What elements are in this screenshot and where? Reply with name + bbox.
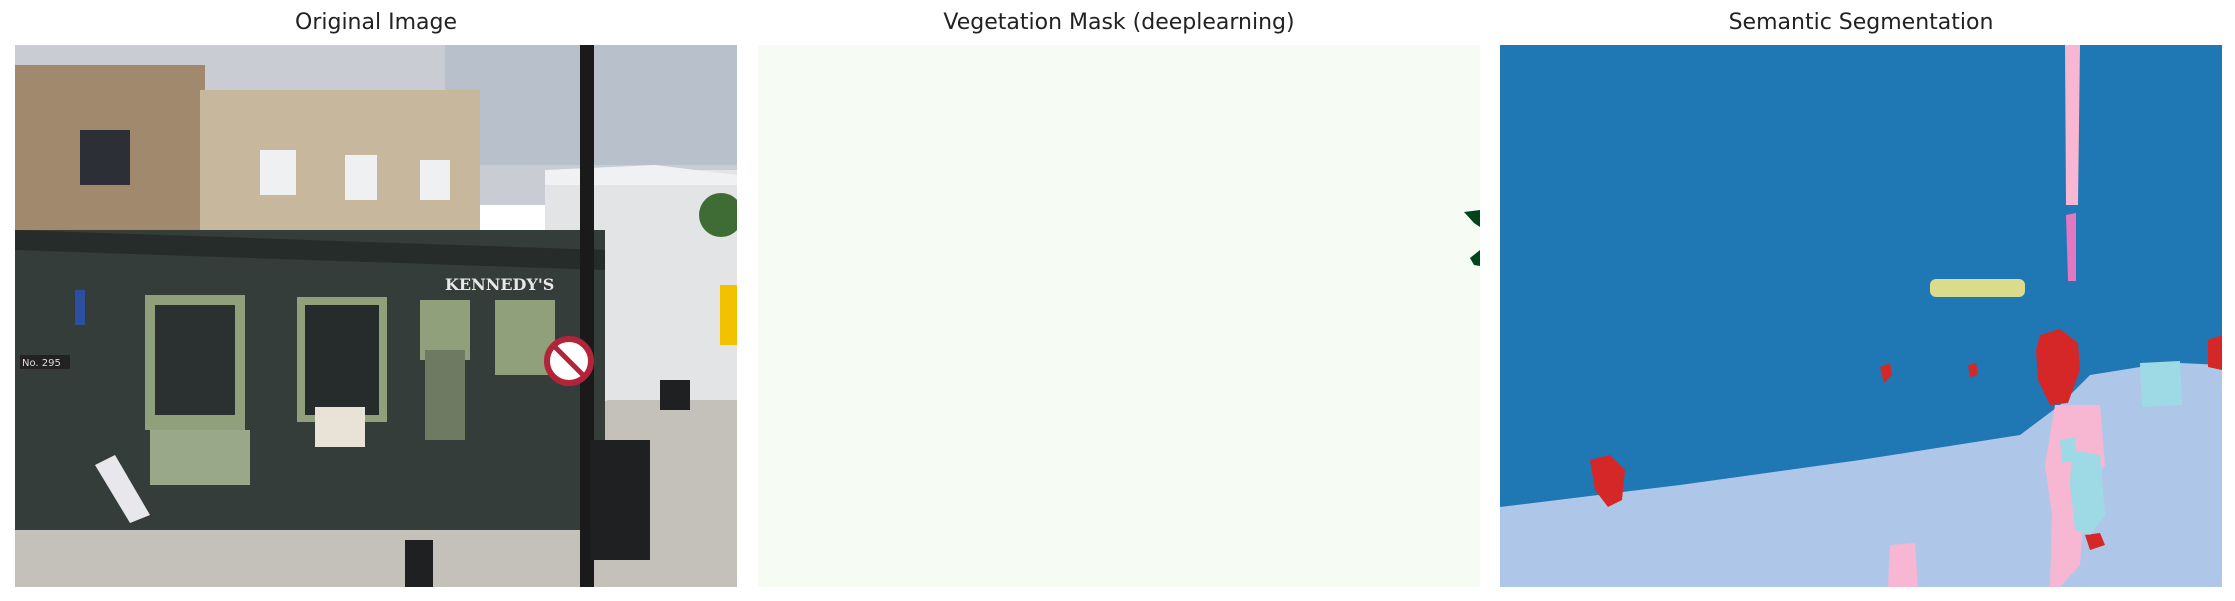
red-region [2208, 335, 2222, 370]
pole-region [2065, 45, 2080, 205]
cyan-region [2140, 361, 2182, 407]
cyan-region [2060, 437, 2076, 463]
semantic-segmentation-title: Semantic Segmentation [1728, 10, 1994, 35]
shop-sign: KENNEDY'S [445, 275, 554, 294]
ground-object-region [1888, 543, 1918, 587]
vegetation-mask [758, 45, 1480, 587]
yellow-region [1930, 279, 2025, 297]
semantic-segmentation [1500, 45, 2222, 587]
vegetation-mask-title: Vegetation Mask (deeplearning) [943, 10, 1295, 35]
original-image-title: Original Image [295, 10, 457, 35]
street-number: No. 295 [22, 358, 61, 369]
original-image: KENNEDY'S No. 295 [15, 45, 737, 587]
